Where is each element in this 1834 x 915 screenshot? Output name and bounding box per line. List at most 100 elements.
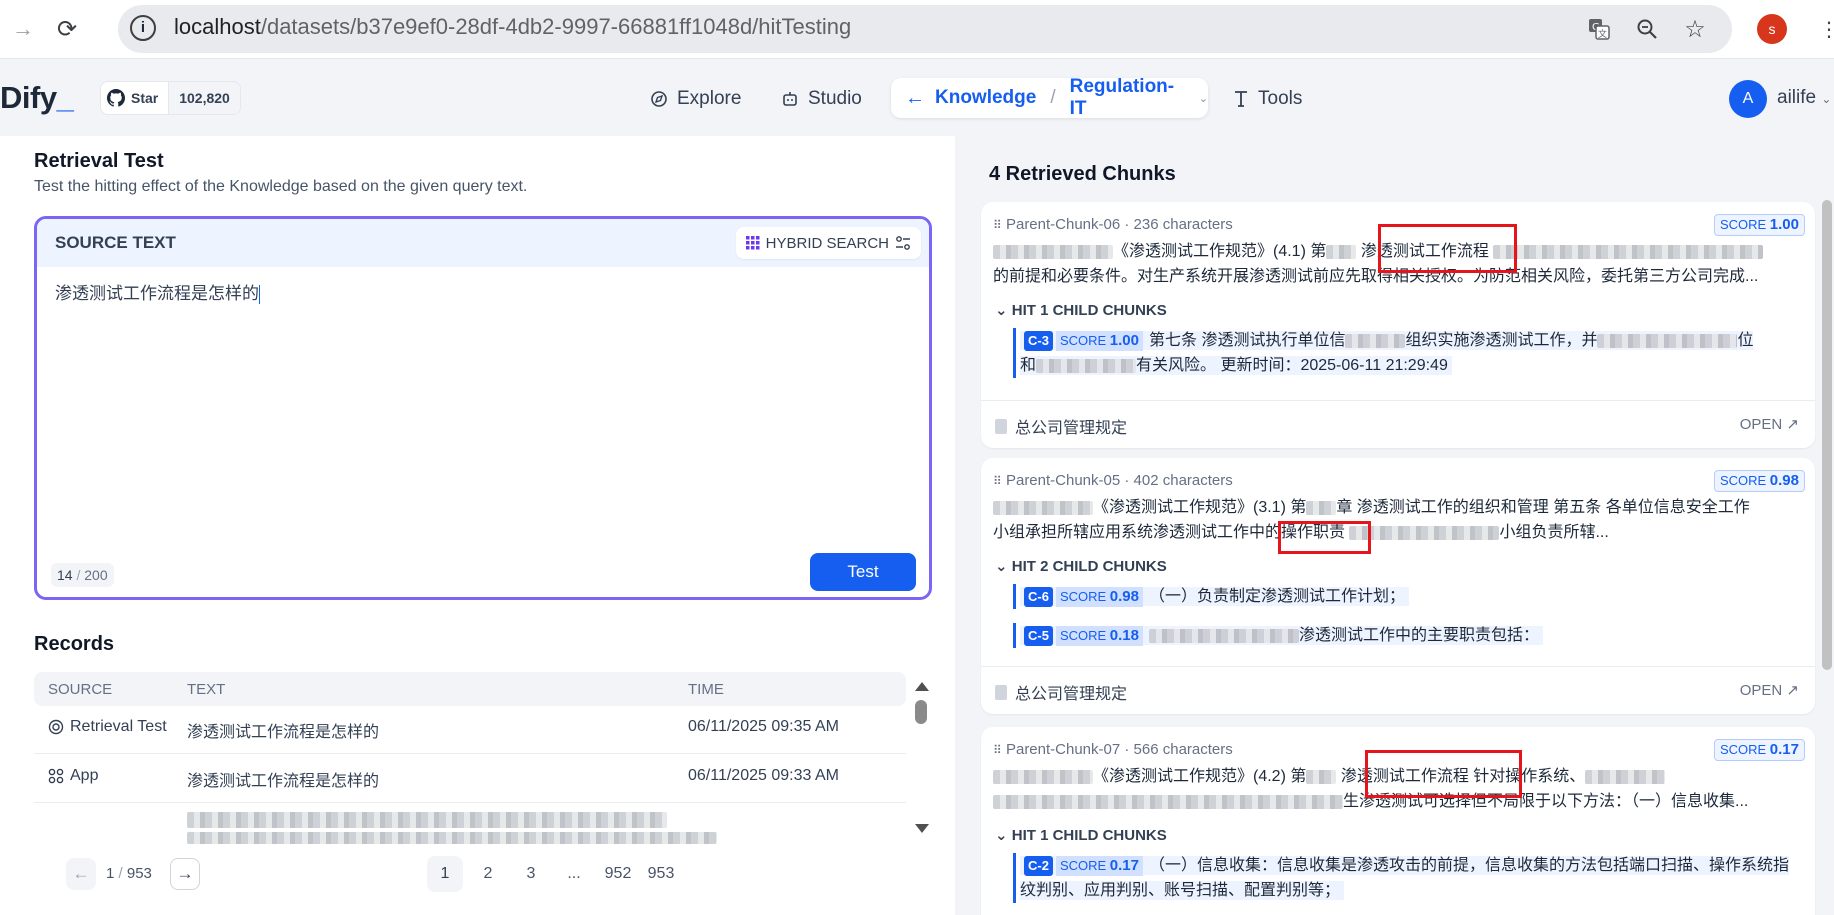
arrow-left-icon[interactable]: ← <box>905 87 925 110</box>
chunk-meta: ⠿ Parent-Chunk-05 · 402 characters <box>993 472 1233 489</box>
score-badge: SCORE 0.98 <box>1713 470 1805 492</box>
target-icon <box>48 719 64 735</box>
chevron-down-icon: ⌄ <box>1821 92 1832 106</box>
score-badge: SCORE 1.00 <box>1713 214 1805 236</box>
record-time: 06/11/2025 09:33 AM <box>688 767 839 784</box>
child-chunk[interactable]: C-2 SCORE 0.17 （一）信息收集：信息收集是渗透攻击的前提，信息收集的方… <box>1013 853 1803 903</box>
pagination-prev-button[interactable]: ← <box>66 858 96 890</box>
child-chunk[interactable]: C-3 SCORE 1.00 第七条 渗透测试执行单位信 组织实施渗透测试工作，并位和… <box>1013 328 1803 378</box>
tools-icon <box>1235 91 1247 107</box>
github-star-button[interactable]: Star 102,820 <box>100 81 241 115</box>
query-textarea[interactable]: 渗透测试工作流程是怎样的 <box>55 279 260 304</box>
chunk-meta: ⠿ Parent-Chunk-06 · 236 characters <box>993 216 1233 233</box>
chunk-meta: ⠿ Parent-Chunk-07 · 566 characters <box>993 741 1233 758</box>
test-button[interactable]: Test <box>810 553 916 591</box>
dify-logo[interactable]: Dify_ <box>0 80 74 116</box>
hit-child-chunks-toggle[interactable]: ⌄ HIT 1 CHILD CHUNKS <box>995 826 1167 844</box>
record-time: 06/11/2025 09:35 AM <box>688 718 839 735</box>
profile-avatar[interactable]: s <box>1757 14 1787 44</box>
github-star-label: Star <box>131 90 159 106</box>
robot-icon <box>783 92 797 106</box>
col-source: SOURCE <box>48 681 113 698</box>
document-name[interactable]: 总公司管理规定 <box>995 414 1127 438</box>
chevron-down-icon: ⌄ <box>995 558 1008 575</box>
user-name[interactable]: ailife ⌄ <box>1777 87 1831 109</box>
records-table-header: SOURCE TEXT TIME <box>34 672 906 706</box>
compass-icon <box>651 91 667 107</box>
zoom-icon[interactable] <box>1630 12 1664 46</box>
open-button[interactable]: OPEN ↗ <box>1740 681 1799 699</box>
nav-knowledge-label[interactable]: Knowledge <box>935 87 1036 109</box>
pagination-next-button[interactable]: → <box>170 858 200 890</box>
nav-explore[interactable]: Explore <box>650 84 741 114</box>
chevron-down-icon: ⌄ <box>995 827 1008 844</box>
char-counter: 14 / 200 <box>51 563 114 587</box>
settings-sliders-icon <box>896 236 910 250</box>
drag-grid-icon: ⠿ <box>993 218 1002 232</box>
chevron-down-icon[interactable]: ⌄ <box>1199 92 1208 105</box>
col-text: TEXT <box>187 681 226 698</box>
nav-tools[interactable]: Tools <box>1233 84 1302 114</box>
github-icon <box>107 89 125 107</box>
record-text: 渗透测试工作流程是怎样的 <box>187 724 380 741</box>
page-button[interactable]: 952 <box>600 856 636 892</box>
search-mode-label: HYBRID SEARCH <box>765 234 889 252</box>
hybrid-search-button[interactable]: HYBRID SEARCH <box>735 227 921 259</box>
nav-explore-label: Explore <box>677 88 742 109</box>
reload-icon[interactable]: ⟳ <box>50 12 84 46</box>
chunk-content: 《渗透测试工作规范》(4.2) 第 渗透测试工作流程 针对操作系统、 生渗透测试… <box>993 764 1805 814</box>
child-chunk[interactable]: C-5 SCORE 0.18 渗透测试工作中的主要职责包括： <box>1013 623 1803 648</box>
chevron-down-icon: ⌄ <box>995 302 1008 319</box>
grid-icon <box>745 236 760 250</box>
file-icon <box>995 418 1007 434</box>
page-button[interactable]: 953 <box>643 856 679 892</box>
records-scrollbar[interactable] <box>912 672 930 833</box>
chunk-content: 《渗透测试工作规范》(4.1) 第 渗透测试工作流程 的前提和必要条件。对生产系… <box>993 239 1805 289</box>
source-text-label: SOURCE TEXT <box>55 233 176 252</box>
page-ellipsis: ... <box>567 865 581 882</box>
page-button[interactable]: 3 <box>513 856 549 892</box>
chunk-card[interactable]: ⠿ Parent-Chunk-05 · 402 characters SCORE… <box>981 458 1815 714</box>
more-icon[interactable]: ⋮ <box>1812 12 1834 46</box>
drag-grid-icon: ⠿ <box>993 474 1002 488</box>
chunk-card[interactable]: ⠿ Parent-Chunk-06 · 236 characters SCORE… <box>981 202 1815 448</box>
url-text[interactable]: localhost/datasets/b37e9ef0-28df-4db2-99… <box>174 14 851 40</box>
results-scrollbar[interactable] <box>1822 200 1832 670</box>
record-source: App <box>48 767 98 785</box>
page-title: Retrieval Test <box>34 150 164 172</box>
record-source: Retrieval Test <box>48 718 167 736</box>
chunk-card[interactable]: ⠿ Parent-Chunk-07 · 566 characters SCORE… <box>981 727 1815 915</box>
file-icon <box>995 684 1007 700</box>
chunk-content: 《渗透测试工作规范》(3.1) 第章 渗透测试工作的组织和管理 第五条 各单位信… <box>993 499 1750 541</box>
page-button[interactable]: 2 <box>470 856 506 892</box>
hit-child-chunks-toggle[interactable]: ⌄ HIT 1 CHILD CHUNKS <box>995 301 1167 319</box>
breadcrumb-separator: / <box>1050 87 1056 108</box>
table-row[interactable]: App 渗透测试工作流程是怎样的 06/11/2025 09:33 AM <box>34 754 906 803</box>
site-info-icon[interactable]: i <box>130 15 156 41</box>
user-avatar[interactable]: A <box>1729 80 1767 118</box>
translate-icon[interactable]: G文 <box>1582 12 1616 46</box>
col-time: TIME <box>688 681 724 698</box>
page-description: Test the hitting effect of the Knowledge… <box>34 178 528 195</box>
table-row-redacted[interactable] <box>34 803 906 852</box>
open-button[interactable]: OPEN ↗ <box>1740 415 1799 433</box>
nav-knowledge[interactable]: ← Knowledge / Regulation-IT ⌄ <box>891 76 1208 120</box>
drag-grid-icon: ⠿ <box>993 743 1002 757</box>
pagination-indicator: 1 / 953 <box>106 865 152 882</box>
dataset-selector[interactable]: Regulation-IT <box>1070 76 1191 120</box>
source-text-header: SOURCE TEXT HYBRID SEARCH <box>37 219 929 267</box>
results-title: 4 Retrieved Chunks <box>989 163 1176 185</box>
chunk-footer: 总公司管理规定 OPEN ↗ <box>981 666 1815 714</box>
nav-studio[interactable]: Studio <box>781 84 862 114</box>
nav-tools-label: Tools <box>1258 88 1303 109</box>
hit-child-chunks-toggle[interactable]: ⌄ HIT 2 CHILD CHUNKS <box>995 557 1167 575</box>
github-star-count: 102,820 <box>168 82 240 114</box>
page-button[interactable]: 1 <box>427 856 463 892</box>
app-grid-icon <box>48 768 64 784</box>
redacted-text <box>187 811 667 829</box>
table-row[interactable]: Retrieval Test 渗透测试工作流程是怎样的 06/11/2025 0… <box>34 705 906 754</box>
child-chunk[interactable]: C-6 SCORE 0.98 （一）负责制定渗透测试工作计划； <box>1013 584 1803 609</box>
bookmark-star-icon[interactable]: ☆ <box>1678 12 1712 46</box>
document-name[interactable]: 总公司管理规定 <box>995 680 1127 704</box>
forward-icon[interactable]: → <box>6 12 40 46</box>
